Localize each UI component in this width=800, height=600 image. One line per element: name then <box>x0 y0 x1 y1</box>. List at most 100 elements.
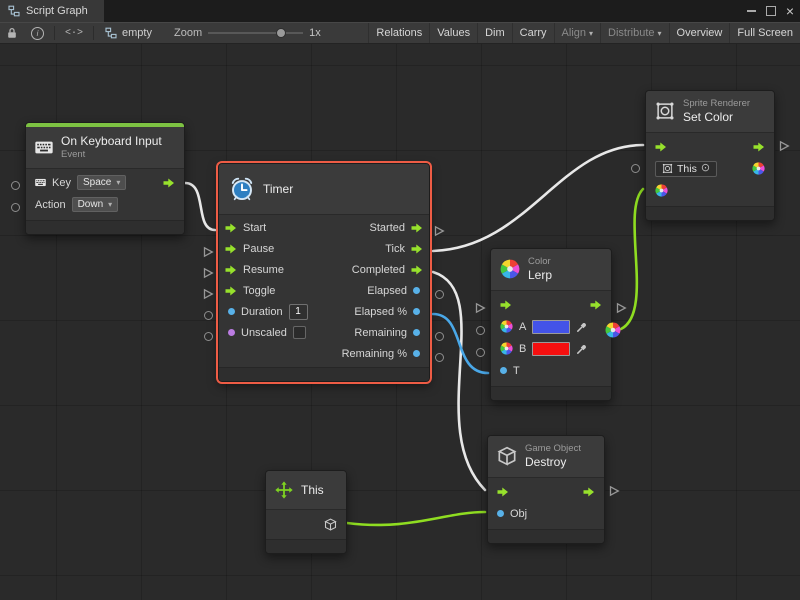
info-icon[interactable]: i <box>24 23 51 43</box>
values-button[interactable]: Values <box>429 23 477 43</box>
zoom-value: 1x <box>309 27 321 39</box>
remaining-port[interactable] <box>413 329 420 336</box>
flow-input-port[interactable] <box>500 300 512 310</box>
flow-input-port[interactable] <box>655 142 667 152</box>
eyedropper-icon[interactable] <box>576 343 588 355</box>
sprite-renderer-icon <box>655 101 675 121</box>
lock-icon[interactable] <box>0 23 24 43</box>
duration-value-field[interactable]: 1 <box>289 304 308 320</box>
flow-output-port[interactable] <box>590 300 602 310</box>
flow-output-port-outer[interactable] <box>616 302 627 314</box>
a-label: A <box>519 321 526 333</box>
code-view-icon[interactable]: <·> <box>58 23 90 43</box>
fullscreen-button[interactable]: Full Screen <box>729 23 800 43</box>
resume-port-outer[interactable] <box>203 267 214 279</box>
action-dropdown[interactable]: Down▾ <box>72 197 119 212</box>
close-icon[interactable]: × <box>786 4 794 18</box>
unscaled-port[interactable] <box>228 329 235 336</box>
node-footer <box>491 386 611 400</box>
started-port[interactable] <box>411 223 423 233</box>
node-set-color[interactable]: Sprite Renderer Set Color This ⊙ <box>645 90 775 221</box>
eyedropper-icon[interactable] <box>576 321 588 333</box>
node-category: Sprite Renderer <box>683 98 750 110</box>
toolbar-divider <box>54 26 55 40</box>
this-object-field[interactable]: This ⊙ <box>655 161 717 177</box>
align-button[interactable]: Align▾ <box>554 23 600 43</box>
flow-output-port[interactable] <box>753 142 765 152</box>
toggle-port[interactable] <box>225 286 237 296</box>
timer-row-start-started: Start Started <box>219 217 429 238</box>
gameobject-output-port[interactable] <box>324 518 337 531</box>
action-input-port[interactable] <box>11 203 20 212</box>
color-a-swatch[interactable] <box>532 320 570 334</box>
lerp-a-row: A <box>491 316 611 338</box>
key-label: Key <box>52 177 71 189</box>
lerp-flow-row <box>491 294 611 316</box>
obj-port[interactable] <box>497 510 504 517</box>
unscaled-port-outer[interactable] <box>204 332 213 341</box>
remaining-port-outer[interactable] <box>435 332 444 341</box>
pause-port[interactable] <box>225 244 237 254</box>
gameobject-icon <box>497 446 517 466</box>
flow-input-port-outer[interactable] <box>475 302 486 314</box>
color-b-swatch[interactable] <box>532 342 570 356</box>
flow-input-port[interactable] <box>497 487 509 497</box>
resume-port[interactable] <box>225 265 237 275</box>
graph-name[interactable]: empty <box>97 27 160 39</box>
completed-port[interactable] <box>411 265 423 275</box>
remaining-percent-port[interactable] <box>413 350 420 357</box>
node-title: Timer <box>263 182 293 196</box>
node-on-keyboard-input[interactable]: On Keyboard Input Event Key Space▾ Actio… <box>25 122 185 235</box>
duration-port-outer[interactable] <box>204 311 213 320</box>
node-category: Game Object <box>525 443 581 455</box>
node-timer[interactable]: Timer Start Started Pause Tick Resume Co… <box>218 163 430 382</box>
destroy-flow-row <box>488 481 604 503</box>
flow-output-port-outer[interactable] <box>779 140 790 152</box>
started-port-outer[interactable] <box>434 225 445 237</box>
toggle-port-outer[interactable] <box>203 288 214 300</box>
key-input-port[interactable] <box>11 181 20 190</box>
color-input-port[interactable] <box>655 184 668 197</box>
lerp-b-row: B <box>491 338 611 360</box>
overview-button[interactable]: Overview <box>669 23 730 43</box>
unscaled-checkbox[interactable] <box>293 326 306 339</box>
t-port[interactable] <box>500 367 507 374</box>
dim-button[interactable]: Dim <box>477 23 512 43</box>
node-this[interactable]: This <box>265 470 347 554</box>
relations-button[interactable]: Relations <box>368 23 429 43</box>
window-title: Script Graph <box>26 5 88 17</box>
maximize-icon[interactable] <box>766 6 776 16</box>
minimize-icon[interactable] <box>747 10 756 12</box>
zoom-slider[interactable] <box>208 26 303 40</box>
pause-port-outer[interactable] <box>203 246 214 258</box>
node-color-lerp[interactable]: Color Lerp A B <box>490 248 612 401</box>
start-port[interactable] <box>225 223 237 233</box>
timer-icon <box>229 176 255 202</box>
color-result-port[interactable] <box>605 322 621 338</box>
b-port-outer[interactable] <box>476 348 485 357</box>
elapsed-port[interactable] <box>413 287 420 294</box>
flow-output-port-outer[interactable] <box>609 485 620 497</box>
key-dropdown[interactable]: Space▾ <box>77 175 126 190</box>
elapsed-port-outer[interactable] <box>435 290 444 299</box>
titlebar: Script Graph × <box>0 0 800 22</box>
node-destroy[interactable]: Game Object Destroy Obj <box>487 435 605 544</box>
tab-script-graph[interactable]: Script Graph <box>0 0 104 22</box>
chevron-down-icon: ▾ <box>589 29 593 38</box>
flow-output-port[interactable] <box>163 178 175 188</box>
this-port-outer[interactable] <box>631 164 640 173</box>
carry-button[interactable]: Carry <box>512 23 554 43</box>
a-port-outer[interactable] <box>476 326 485 335</box>
zoom-label: Zoom <box>174 27 202 39</box>
distribute-button[interactable]: Distribute▾ <box>600 23 668 43</box>
duration-port[interactable] <box>228 308 235 315</box>
node-footer <box>646 206 774 220</box>
zoom-slider-handle[interactable] <box>276 28 286 38</box>
flow-output-port[interactable] <box>583 487 595 497</box>
remaining-percent-port-outer[interactable] <box>435 353 444 362</box>
chevron-down-icon: ▾ <box>116 178 120 187</box>
tick-port[interactable] <box>411 244 423 254</box>
renderer-output-port[interactable] <box>752 162 765 175</box>
node-footer <box>26 220 184 234</box>
elapsed-percent-port[interactable] <box>413 308 420 315</box>
